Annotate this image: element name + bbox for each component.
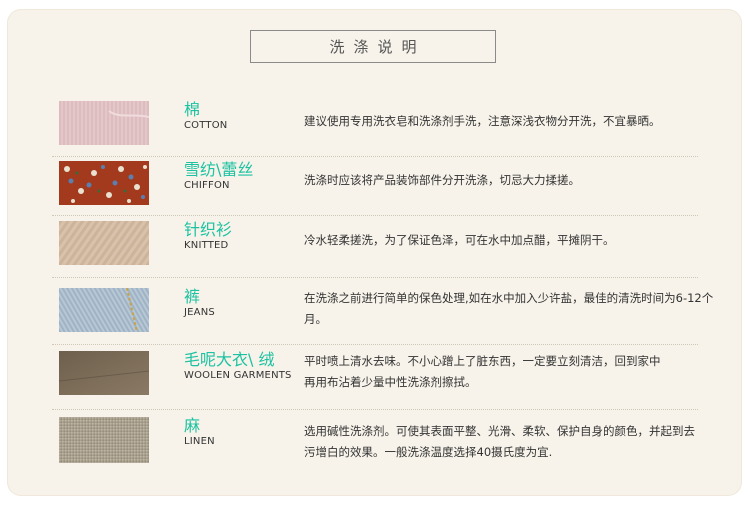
row-divider xyxy=(52,215,698,216)
fabric-name-zh: 雪纺\蕾丝 xyxy=(184,160,254,179)
fabric-name-zh: 毛呢大衣\ 绒 xyxy=(184,350,275,369)
fabric-care-text: 选用碱性洗涤剂。可使其表面平整、光滑、柔软、保护自身的颜色，并起到去污增白的效果… xyxy=(304,424,695,459)
row-divider xyxy=(52,344,698,345)
fabric-name-en: LINEN xyxy=(184,436,215,447)
cotton-swatch-image xyxy=(59,101,149,145)
fabric-care-text: 平时喷上清水去味。不小心蹭上了脏东西，一定要立刻清洁，回到家中再用布沾着少量中性… xyxy=(304,354,661,389)
fabric-name-zh: 麻 xyxy=(184,416,201,435)
fabric-care-text: 建议使用专用洗衣皂和洗涤剂手洗，注意深浅衣物分开洗，不宜暴晒。 xyxy=(304,114,661,128)
fabric-name-en: JEANS xyxy=(184,307,215,318)
woolen-swatch-image xyxy=(59,351,149,395)
jeans-swatch-image xyxy=(59,288,149,332)
fabric-care-text: 洗涤时应该将产品装饰部件分开洗涤，切忌大力揉搓。 xyxy=(304,173,580,187)
fabric-care-text: 在洗涤之前进行简单的保色处理,如在水中加入少许盐，最佳的清洗时间为6-12个月。 xyxy=(304,291,714,326)
fabric-name-en: KNITTED xyxy=(184,240,229,251)
knitted-swatch-image xyxy=(59,221,149,265)
fabric-name-zh: 棉 xyxy=(184,100,201,119)
linen-swatch-image xyxy=(59,417,149,463)
page-title: 洗涤说明 xyxy=(250,30,496,63)
fabric-name-zh: 针织衫 xyxy=(184,220,233,239)
row-divider xyxy=(52,156,698,157)
fabric-name-zh: 裤 xyxy=(184,287,201,306)
fabric-care-text: 冷水轻柔搓洗，为了保证色泽，可在水中加点醋，平摊阴干。 xyxy=(304,233,615,247)
row-divider xyxy=(52,409,698,410)
fabric-name-en: WOOLEN GARMENTS xyxy=(184,370,292,381)
row-divider xyxy=(52,277,698,278)
fabric-name-en: COTTON xyxy=(184,120,228,131)
fabric-name-en: CHIFFON xyxy=(184,180,230,191)
chiffon-swatch-image xyxy=(59,161,149,205)
